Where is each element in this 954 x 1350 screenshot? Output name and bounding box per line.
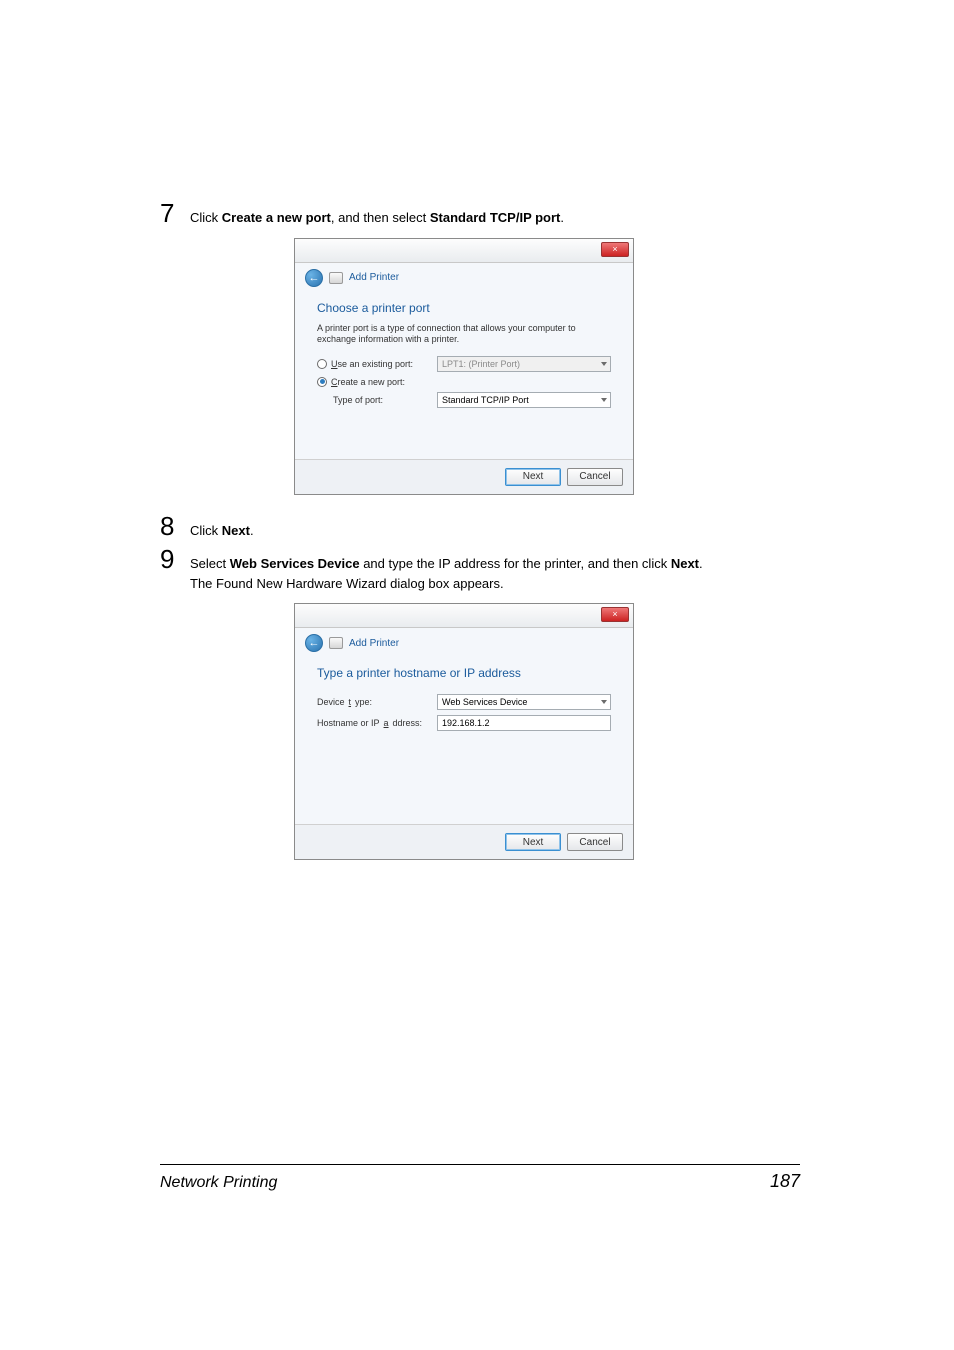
- add-printer-dialog-hostname: × ← Add Printer Type a printer hostname …: [294, 603, 634, 860]
- page-footer: Network Printing 187: [160, 1164, 800, 1192]
- t: .: [250, 523, 254, 538]
- footer-section-title: Network Printing: [160, 1174, 277, 1192]
- port-type-label: Type of port:: [333, 395, 427, 405]
- device-type-select[interactable]: Web Services Device: [437, 694, 611, 710]
- step-7-text: Click Create a new port, and then select…: [190, 208, 564, 228]
- hostname-label: Hostname or IP a ddress:: [317, 718, 427, 728]
- dialog-titlebar: ×: [295, 604, 633, 628]
- dialog-heading: Choose a printer port: [317, 301, 611, 315]
- u: a: [384, 718, 389, 728]
- printer-icon: [329, 637, 343, 649]
- t: , and then select: [331, 210, 430, 225]
- dialog-description: A printer port is a type of connection t…: [317, 323, 611, 346]
- dialog-2-wrap: × ← Add Printer Type a printer hostname …: [294, 603, 800, 860]
- dialog-header-row: ← Add Printer: [295, 263, 633, 289]
- radio-existing-port[interactable]: Use an existing port:: [317, 359, 427, 369]
- dialog-header-row: ← Add Printer: [295, 628, 633, 654]
- pre: Hostname or IP: [317, 718, 380, 728]
- back-arrow-icon[interactable]: ←: [305, 269, 323, 287]
- bold: Create a new port: [222, 210, 331, 225]
- printer-icon: [329, 272, 343, 284]
- dialog-1-wrap: × ← Add Printer Choose a printer port A …: [294, 238, 800, 495]
- dialog-body: Choose a printer port A printer port is …: [295, 289, 633, 459]
- cancel-button[interactable]: Cancel: [567, 833, 623, 851]
- step-9: 9 Select Web Services Device and type th…: [160, 546, 800, 593]
- step-8-text: Click Next.: [190, 521, 254, 541]
- radio-icon: [317, 359, 327, 369]
- step-number: 8: [160, 513, 190, 539]
- post: ype:: [355, 697, 372, 707]
- cancel-button[interactable]: Cancel: [567, 468, 623, 486]
- radio-create-port[interactable]: Create a new port:: [317, 377, 427, 387]
- t: .: [699, 556, 703, 571]
- hostname-row: Hostname or IP a ddress: 192.168.1.2: [317, 715, 611, 731]
- page-content: 7 Click Create a new port, and then sele…: [160, 200, 800, 878]
- t: The Found New Hardware Wizard dialog box…: [190, 576, 504, 591]
- dialog-footer: Next Cancel: [295, 824, 633, 859]
- use-existing-port-row: Use an existing port: LPT1: (Printer Por…: [317, 356, 611, 372]
- post: ddress:: [393, 718, 423, 728]
- next-button[interactable]: Next: [505, 833, 561, 851]
- device-type-label: Device type:: [317, 697, 427, 707]
- hostname-input[interactable]: 192.168.1.2: [437, 715, 611, 731]
- label-text: Use an existing port:: [331, 359, 413, 369]
- radio-icon: [317, 377, 327, 387]
- back-arrow-icon[interactable]: ←: [305, 634, 323, 652]
- dialog-breadcrumb: Add Printer: [349, 638, 399, 649]
- close-icon[interactable]: ×: [601, 607, 629, 622]
- rest: reate a new port:: [338, 377, 406, 387]
- t: Select: [190, 556, 230, 571]
- port-type-select[interactable]: Standard TCP/IP Port: [437, 392, 611, 408]
- bold: Next: [671, 556, 699, 571]
- device-type-row: Device type: Web Services Device: [317, 694, 611, 710]
- dialog-footer: Next Cancel: [295, 459, 633, 494]
- existing-port-select: LPT1: (Printer Port): [437, 356, 611, 372]
- t: Click: [190, 210, 222, 225]
- t: Click: [190, 523, 222, 538]
- next-button[interactable]: Next: [505, 468, 561, 486]
- label-text: Create a new port:: [331, 377, 405, 387]
- dialog-breadcrumb: Add Printer: [349, 272, 399, 283]
- rest: se an existing port:: [338, 359, 414, 369]
- step-9-text: Select Web Services Device and type the …: [190, 554, 703, 593]
- step-7: 7 Click Create a new port, and then sele…: [160, 200, 800, 228]
- t: and type the IP address for the printer,…: [360, 556, 671, 571]
- bold: Standard TCP/IP port: [430, 210, 561, 225]
- dialog-body: Type a printer hostname or IP address De…: [295, 654, 633, 824]
- dialog-titlebar: ×: [295, 239, 633, 263]
- add-printer-dialog-port: × ← Add Printer Choose a printer port A …: [294, 238, 634, 495]
- t: .: [560, 210, 564, 225]
- create-new-port-row: Create a new port:: [317, 377, 611, 387]
- step-number: 9: [160, 546, 190, 572]
- step-8: 8 Click Next.: [160, 513, 800, 541]
- footer-page-number: 187: [770, 1171, 800, 1192]
- close-icon[interactable]: ×: [601, 242, 629, 257]
- bold: Next: [222, 523, 250, 538]
- bold: Web Services Device: [230, 556, 360, 571]
- pre: Device: [317, 697, 345, 707]
- port-type-row: Type of port: Standard TCP/IP Port: [333, 392, 611, 408]
- u: t: [349, 697, 352, 707]
- step-number: 7: [160, 200, 190, 226]
- dialog-heading: Type a printer hostname or IP address: [317, 666, 611, 680]
